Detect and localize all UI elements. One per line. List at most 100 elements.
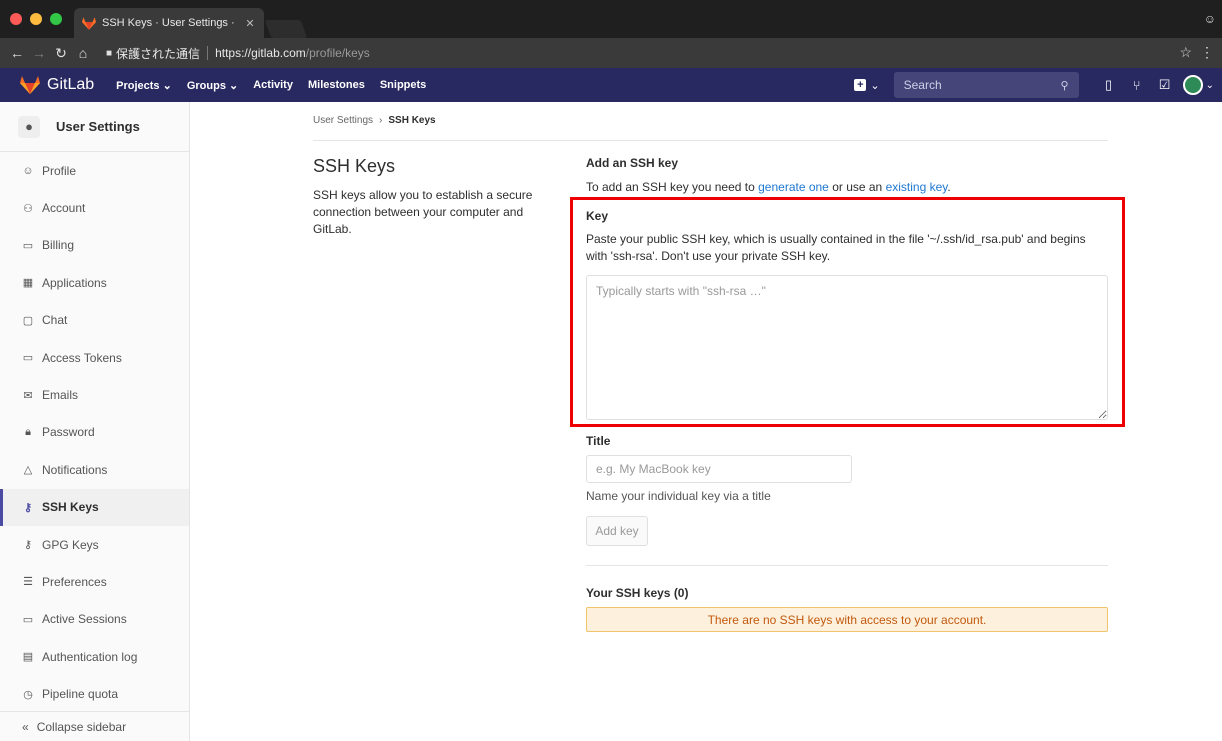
collapse-sidebar-button[interactable]: « Collapse sidebar	[0, 711, 189, 741]
sidebar-item-active-sessions[interactable]: ▭ Active Sessions	[0, 601, 189, 638]
url-field[interactable]: https://gitlab.com/profile/keys	[215, 46, 370, 60]
double-chevron-left-icon: «	[22, 719, 29, 734]
nav-links: Projects ⌄ Groups ⌄ Activity Milestones …	[116, 79, 426, 92]
minimize-window-button[interactable]	[30, 13, 42, 25]
nav-right: + ⌄ Search ⚲ ▯ ⑂ ☑ ⌄	[854, 68, 1222, 102]
divider	[313, 140, 1108, 141]
todos-icon[interactable]: ☑	[1151, 77, 1179, 93]
sidebar-item-chat[interactable]: ▢ Chat	[0, 302, 189, 339]
page-title: SSH Keys	[313, 156, 396, 176]
sidebar-item-access-tokens[interactable]: ▭ Access Tokens	[0, 339, 189, 376]
chevron-down-icon: ⌄	[1205, 79, 1214, 91]
search-input[interactable]: Search ⚲	[893, 72, 1079, 98]
page-description: SSH keys allow you to establish a secure…	[313, 188, 533, 236]
breadcrumb-parent[interactable]: User Settings	[313, 115, 373, 126]
log-icon: ▤	[22, 651, 34, 664]
sidebar-item-label: Profile	[42, 163, 77, 178]
nav-snippets[interactable]: Snippets	[380, 79, 426, 92]
sidebar-item-label: Preferences	[42, 574, 107, 589]
new-tab-button[interactable]	[264, 20, 308, 38]
collapse-label: Collapse sidebar	[36, 719, 127, 734]
sidebar-item-pipeline-quota[interactable]: ◷ Pipeline quota	[0, 675, 189, 712]
sidebar-item-password[interactable]: 🔒︎ Password	[0, 414, 189, 451]
existing-key-link[interactable]: existing key	[886, 180, 948, 194]
nav-groups[interactable]: Groups ⌄	[187, 79, 238, 92]
sidebar-item-gpg-keys[interactable]: ⚷ GPG Keys	[0, 526, 189, 563]
key-help-text: Paste your public SSH key, which is usua…	[586, 232, 1086, 263]
sidebar-item-profile[interactable]: ☺ Profile	[0, 152, 189, 189]
sidebar-title: User Settings	[56, 119, 140, 134]
email-icon: ✉	[23, 389, 33, 402]
sidebar-item-emails[interactable]: ✉ Emails	[0, 376, 189, 413]
address-bar: ← → ↻ ⌂ ■ 保護された通信 https://gitlab.com/pro…	[0, 38, 1222, 68]
monitor-icon: ▭	[22, 613, 34, 626]
sidebar-item-label: Billing	[42, 238, 75, 253]
sidebar-item-authentication-log[interactable]: ▤ Authentication log	[0, 638, 189, 675]
ssh-keys-list-title: Your SSH keys (0)	[586, 586, 689, 600]
browser-menu-icon[interactable]: ⋮	[1200, 44, 1214, 61]
breadcrumb-current: SSH Keys	[388, 115, 436, 126]
key-textarea[interactable]	[586, 275, 1108, 420]
nav-activity[interactable]: Activity	[253, 79, 293, 92]
back-icon[interactable]: ←	[6, 45, 28, 61]
title-input[interactable]	[586, 455, 852, 483]
nav-milestones[interactable]: Milestones	[308, 79, 365, 92]
sidebar-header[interactable]: ● User Settings	[0, 102, 189, 152]
sidebar-item-label: Access Tokens	[42, 350, 122, 365]
key-label: Key	[586, 209, 609, 223]
bell-icon: △	[23, 464, 33, 477]
chat-icon: ▢	[22, 314, 34, 327]
title-label: Title	[586, 434, 611, 448]
add-key-section: Add an SSH key To add an SSH key you nee…	[586, 156, 1108, 194]
sidebar-item-label: Active Sessions	[42, 612, 127, 627]
sidebar-item-account[interactable]: ⚇ Account	[0, 189, 189, 226]
chevron-down-icon: ⌄	[870, 79, 880, 92]
sidebar-item-ssh-keys[interactable]: ⚷ SSH Keys	[0, 488, 189, 526]
browser-tab[interactable]: SSH Keys · User Settings · Gitl ✕	[74, 8, 264, 38]
key-icon: ⚷	[23, 501, 33, 514]
gitlab-favicon-icon	[82, 16, 96, 30]
lock-icon: 🔒︎	[25, 425, 31, 438]
sidebar-item-label: Account	[42, 201, 86, 216]
url-path: /profile/keys	[305, 46, 370, 60]
sidebar-item-preferences[interactable]: ☰ Preferences	[0, 563, 189, 600]
maximize-window-button[interactable]	[50, 13, 62, 25]
sidebar-item-label: Emails	[42, 388, 79, 403]
divider	[586, 565, 1108, 566]
profile-menu-icon[interactable]: ☺	[1204, 12, 1216, 26]
close-window-button[interactable]	[10, 13, 22, 25]
intro-column: SSH Keys SSH keys allow you to establish…	[313, 156, 553, 238]
home-icon[interactable]: ⌂	[72, 45, 94, 61]
url-host: https://gitlab.com	[215, 46, 306, 60]
title-help-text: Name your individual key via a title	[586, 489, 771, 503]
profile-icon: ☺	[22, 164, 34, 177]
billing-icon: ▭	[22, 239, 34, 252]
sidebar-item-label: Notifications	[42, 462, 108, 477]
search-icon: ⚲	[1060, 79, 1069, 92]
nav-projects[interactable]: Projects ⌄	[116, 79, 172, 92]
merge-requests-icon[interactable]: ⑂	[1123, 78, 1151, 93]
bookmark-star-icon[interactable]: ☆	[1179, 44, 1192, 61]
sidebar-item-label: Applications	[42, 275, 107, 290]
sidebar-item-label: Pipeline quota	[42, 687, 119, 702]
new-item-dropdown[interactable]: + ⌄	[854, 79, 880, 92]
plus-icon: +	[854, 79, 867, 91]
generate-one-link[interactable]: generate one	[758, 180, 829, 194]
tab-close-icon[interactable]: ✕	[244, 17, 256, 30]
forward-icon[interactable]: →	[28, 45, 50, 61]
brand-name: GitLab	[47, 76, 95, 93]
top-navbar: GitLab Projects ⌄ Groups ⌄ Activity Mile…	[0, 68, 1222, 102]
sidebar-item-label: GPG Keys	[42, 537, 99, 552]
intro-text: .	[947, 180, 951, 194]
sidebar-item-billing[interactable]: ▭ Billing	[0, 227, 189, 264]
sidebar-item-notifications[interactable]: △ Notifications	[0, 451, 189, 488]
gitlab-logo[interactable]: GitLab	[20, 76, 94, 94]
issues-icon[interactable]: ▯	[1095, 77, 1123, 93]
user-menu[interactable]: ⌄	[1182, 75, 1214, 95]
user-icon: ●	[18, 115, 40, 138]
sidebar-item-applications[interactable]: ▦ Applications	[0, 264, 189, 301]
settings-sidebar: ● User Settings ☺ Profile ⚇ Account ▭ Billi…	[0, 102, 190, 741]
breadcrumb: User Settings › SSH Keys	[313, 115, 436, 126]
reload-icon[interactable]: ↻	[50, 45, 72, 62]
add-key-button[interactable]: Add key	[586, 516, 648, 546]
